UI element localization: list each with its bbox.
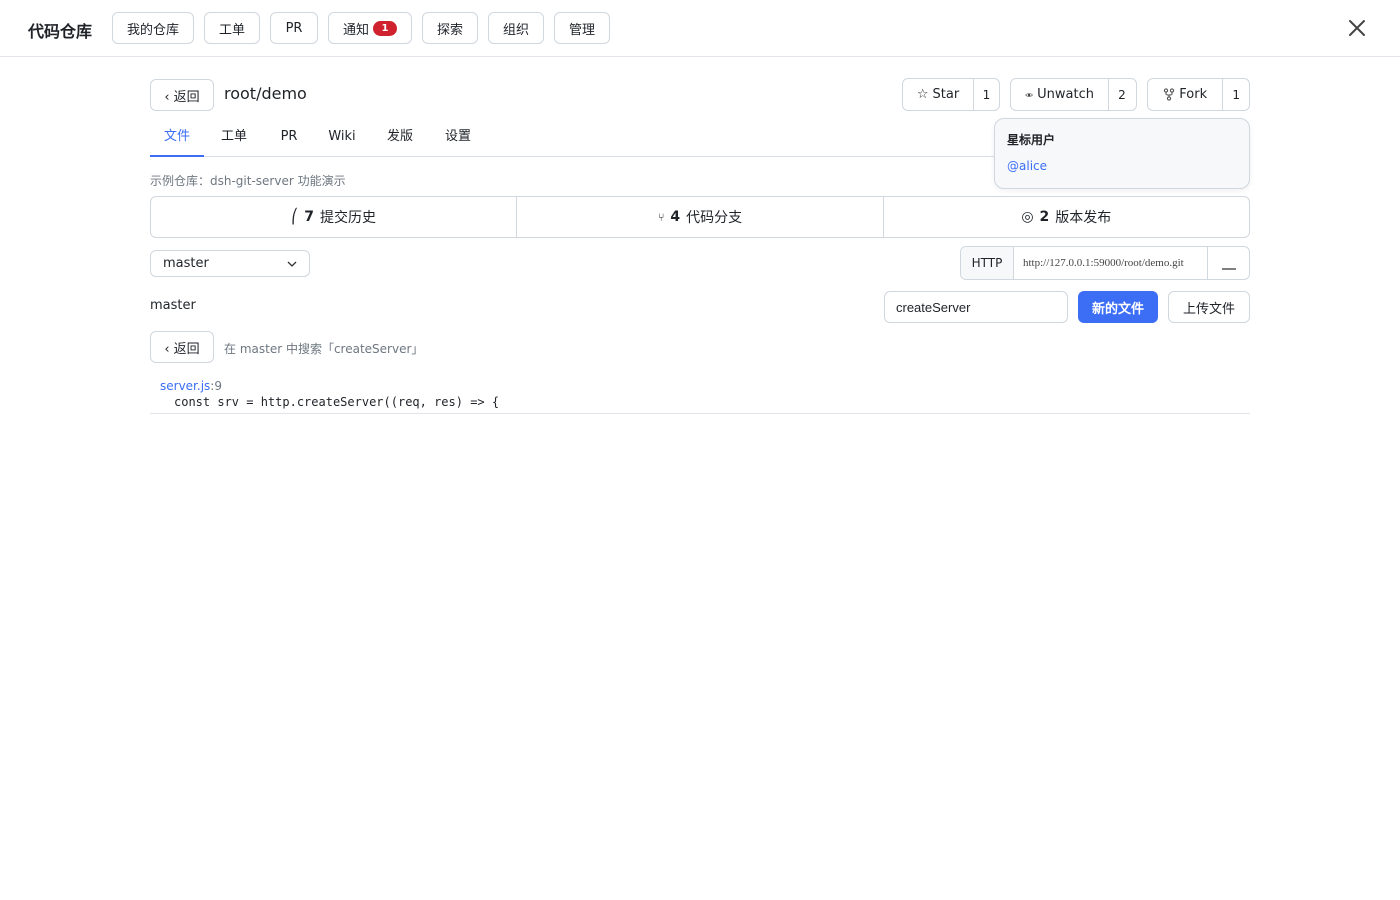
nav-orgs-button[interactable]: 组织: [488, 12, 544, 44]
popover-title: 星标用户: [1007, 133, 1056, 147]
top-bar: 代码仓库 我的仓库 工单 PR 通知 1 探索 组织 管理: [0, 0, 1400, 57]
clone-url-box: HTTP: [960, 246, 1250, 280]
watch-count[interactable]: 2: [1109, 79, 1135, 110]
stargazers-popover: 星标用户 @alice: [994, 118, 1250, 189]
current-branch-label: master: [150, 298, 196, 313]
copy-url-button[interactable]: [1207, 247, 1249, 279]
nav-issues-button[interactable]: 工单: [204, 12, 260, 44]
commit-icon: ⎛: [291, 209, 299, 225]
eye-icon: [1025, 92, 1033, 97]
copy-icon: [1221, 268, 1236, 270]
search-back-button[interactable]: ‹ 返回: [150, 331, 214, 363]
stat-commits[interactable]: ⎛ 7 提交历史: [151, 197, 516, 237]
result-line-number: :9: [210, 379, 222, 393]
close-icon[interactable]: [1346, 17, 1368, 39]
tab-issues[interactable]: 工单: [212, 120, 256, 157]
star-icon: ☆: [916, 87, 929, 102]
new-file-button[interactable]: 新的文件: [1078, 291, 1158, 323]
clone-protocol-button[interactable]: HTTP: [961, 247, 1014, 279]
nav-explore-button[interactable]: 探索: [422, 12, 478, 44]
watch-control: Unwatch 2: [1010, 78, 1137, 111]
chevron-down-icon: [287, 261, 297, 267]
result-file-link[interactable]: server.js: [160, 379, 210, 393]
unwatch-button[interactable]: Unwatch: [1011, 79, 1109, 110]
nav-my-repos-button[interactable]: 我的仓库: [112, 12, 194, 44]
nav-notifications-button[interactable]: 通知 1: [328, 12, 412, 44]
nav-pr-button[interactable]: PR: [270, 12, 318, 44]
upload-file-button[interactable]: 上传文件: [1168, 291, 1250, 323]
branch-select[interactable]: master: [150, 250, 310, 277]
nav-admin-button[interactable]: 管理: [554, 12, 610, 44]
fork-icon: [1164, 88, 1175, 101]
fork-button[interactable]: Fork: [1148, 79, 1224, 110]
tab-pr[interactable]: PR: [270, 120, 308, 157]
search-summary: 在 master 中搜索「createServer」: [224, 342, 424, 356]
stat-releases[interactable]: ◎ 2 版本发布: [882, 197, 1249, 237]
fork-control: Fork 1: [1147, 78, 1250, 111]
tab-files[interactable]: 文件: [150, 120, 204, 157]
repo-description: 示例仓库：dsh-git-server 功能演示: [150, 174, 346, 188]
clone-url-input[interactable]: [1014, 247, 1207, 279]
star-control: ☆ Star 1: [902, 78, 1000, 111]
code-search-input[interactable]: [884, 291, 1068, 323]
branch-icon: ⑂: [657, 210, 665, 224]
fork-count[interactable]: 1: [1223, 79, 1249, 110]
back-button[interactable]: ‹ 返回: [150, 79, 214, 111]
repo-stats: ⎛ 7 提交历史 ⑂ 4 代码分支 ◎ 2 版本发布: [150, 196, 1250, 238]
result-code-snippet: const srv = http.createServer((req, res)…: [174, 395, 500, 409]
tab-settings[interactable]: 设置: [436, 120, 480, 157]
search-result-item: server.js:9 const srv = http.createServe…: [150, 377, 1250, 414]
notification-count-badge: 1: [373, 20, 397, 36]
app-title: 代码仓库: [28, 22, 93, 41]
stargazer-user-link[interactable]: @alice: [1007, 159, 1047, 173]
stat-branches[interactable]: ⑂ 4 代码分支: [516, 197, 882, 237]
tag-icon: ◎: [1021, 209, 1034, 225]
tab-wiki[interactable]: Wiki: [322, 120, 362, 157]
repo-name: root/demo: [224, 84, 307, 103]
star-count[interactable]: 1: [974, 79, 999, 110]
tab-releases[interactable]: 发版: [378, 120, 422, 157]
star-button[interactable]: ☆ Star: [903, 79, 974, 110]
